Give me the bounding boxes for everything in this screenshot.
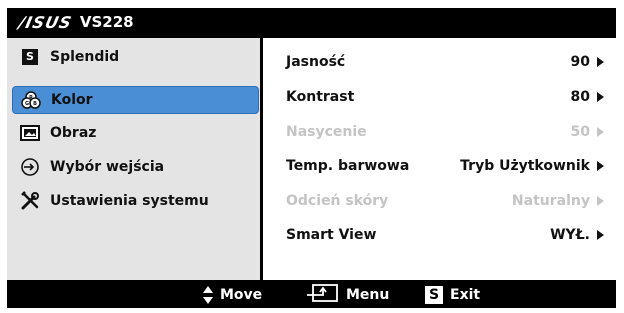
menu-label: Obraz bbox=[50, 125, 97, 141]
setting-jasnosc[interactable]: Jasność 90 bbox=[286, 52, 604, 72]
setting-value: Naturalny bbox=[511, 193, 590, 209]
color-wheel-icon: R G B bbox=[21, 90, 41, 110]
setting-temp-barwowa[interactable]: Temp. barwowa Tryb Użytkownik bbox=[286, 156, 604, 176]
settings-panel: Jasność 90 Kontrast 80 Nasycenie 50 Temp… bbox=[263, 38, 616, 280]
menu-hint: Menu bbox=[305, 284, 390, 306]
osd-panel: /ISUS VS228 S Splendid R G B Kolor Obraz… bbox=[7, 8, 616, 308]
svg-text:G: G bbox=[25, 101, 29, 107]
s-box-icon: S bbox=[20, 47, 40, 67]
arrow-right-icon bbox=[597, 230, 604, 240]
menu-item-splendid[interactable]: S Splendid bbox=[12, 44, 257, 70]
setting-label: Kontrast bbox=[286, 89, 355, 105]
menu-label: Splendid bbox=[50, 49, 120, 65]
exit-label: Exit bbox=[450, 287, 481, 303]
setting-value: 80 bbox=[570, 89, 590, 105]
menu-item-obraz[interactable]: Obraz bbox=[12, 120, 257, 146]
move-hint: Move bbox=[203, 285, 262, 305]
input-icon bbox=[20, 157, 40, 177]
arrow-right-icon bbox=[597, 92, 604, 102]
setting-label: Odcień skóry bbox=[286, 193, 389, 209]
setting-odcien-skory: Odcień skóry Naturalny bbox=[286, 191, 604, 211]
s-key-icon: S bbox=[425, 286, 443, 304]
setting-label: Smart View bbox=[286, 227, 377, 243]
enter-key-icon bbox=[305, 284, 339, 306]
arrow-right-icon bbox=[597, 57, 604, 67]
setting-label: Nasycenie bbox=[286, 124, 367, 140]
menu-item-kolor[interactable]: R G B Kolor bbox=[12, 86, 259, 114]
menu-label: Wybór wejścia bbox=[50, 159, 165, 175]
setting-label: Temp. barwowa bbox=[286, 158, 410, 174]
osd-footer: Move Menu S Exit bbox=[7, 280, 616, 308]
arrow-right-icon bbox=[597, 161, 604, 171]
setting-value: 90 bbox=[570, 54, 590, 70]
setting-kontrast[interactable]: Kontrast 80 bbox=[286, 87, 604, 107]
setting-value: Tryb Użytkownik bbox=[460, 158, 590, 174]
move-label: Move bbox=[220, 287, 263, 303]
tools-icon bbox=[20, 191, 40, 211]
osd-header: /ISUS VS228 bbox=[7, 8, 616, 36]
svg-text:B: B bbox=[33, 101, 37, 107]
brand: /ISUS VS228 bbox=[16, 12, 134, 32]
arrow-right-icon bbox=[597, 196, 604, 206]
setting-value: 50 bbox=[570, 124, 590, 140]
main-menu: S Splendid R G B Kolor Obraz Wybór wejśc… bbox=[7, 38, 260, 280]
image-icon bbox=[20, 123, 40, 143]
menu-item-ustawienia-systemu[interactable]: Ustawienia systemu bbox=[12, 188, 257, 214]
up-down-arrows-icon bbox=[203, 286, 213, 304]
setting-nasycenie: Nasycenie 50 bbox=[286, 122, 604, 142]
arrow-right-icon bbox=[597, 127, 604, 137]
menu-label: Kolor bbox=[51, 92, 93, 108]
model-name: VS228 bbox=[79, 13, 134, 31]
asus-logo: /ISUS bbox=[16, 12, 74, 32]
setting-label: Jasność bbox=[286, 54, 346, 70]
svg-text:S: S bbox=[26, 50, 34, 63]
menu-label: Ustawienia systemu bbox=[50, 193, 209, 209]
menu-item-wybor-wejscia[interactable]: Wybór wejścia bbox=[12, 154, 257, 180]
setting-smart-view[interactable]: Smart View WYŁ. bbox=[286, 225, 604, 245]
setting-value: WYŁ. bbox=[550, 227, 590, 243]
exit-hint: S Exit bbox=[425, 285, 480, 305]
menu-label: Menu bbox=[346, 287, 390, 303]
